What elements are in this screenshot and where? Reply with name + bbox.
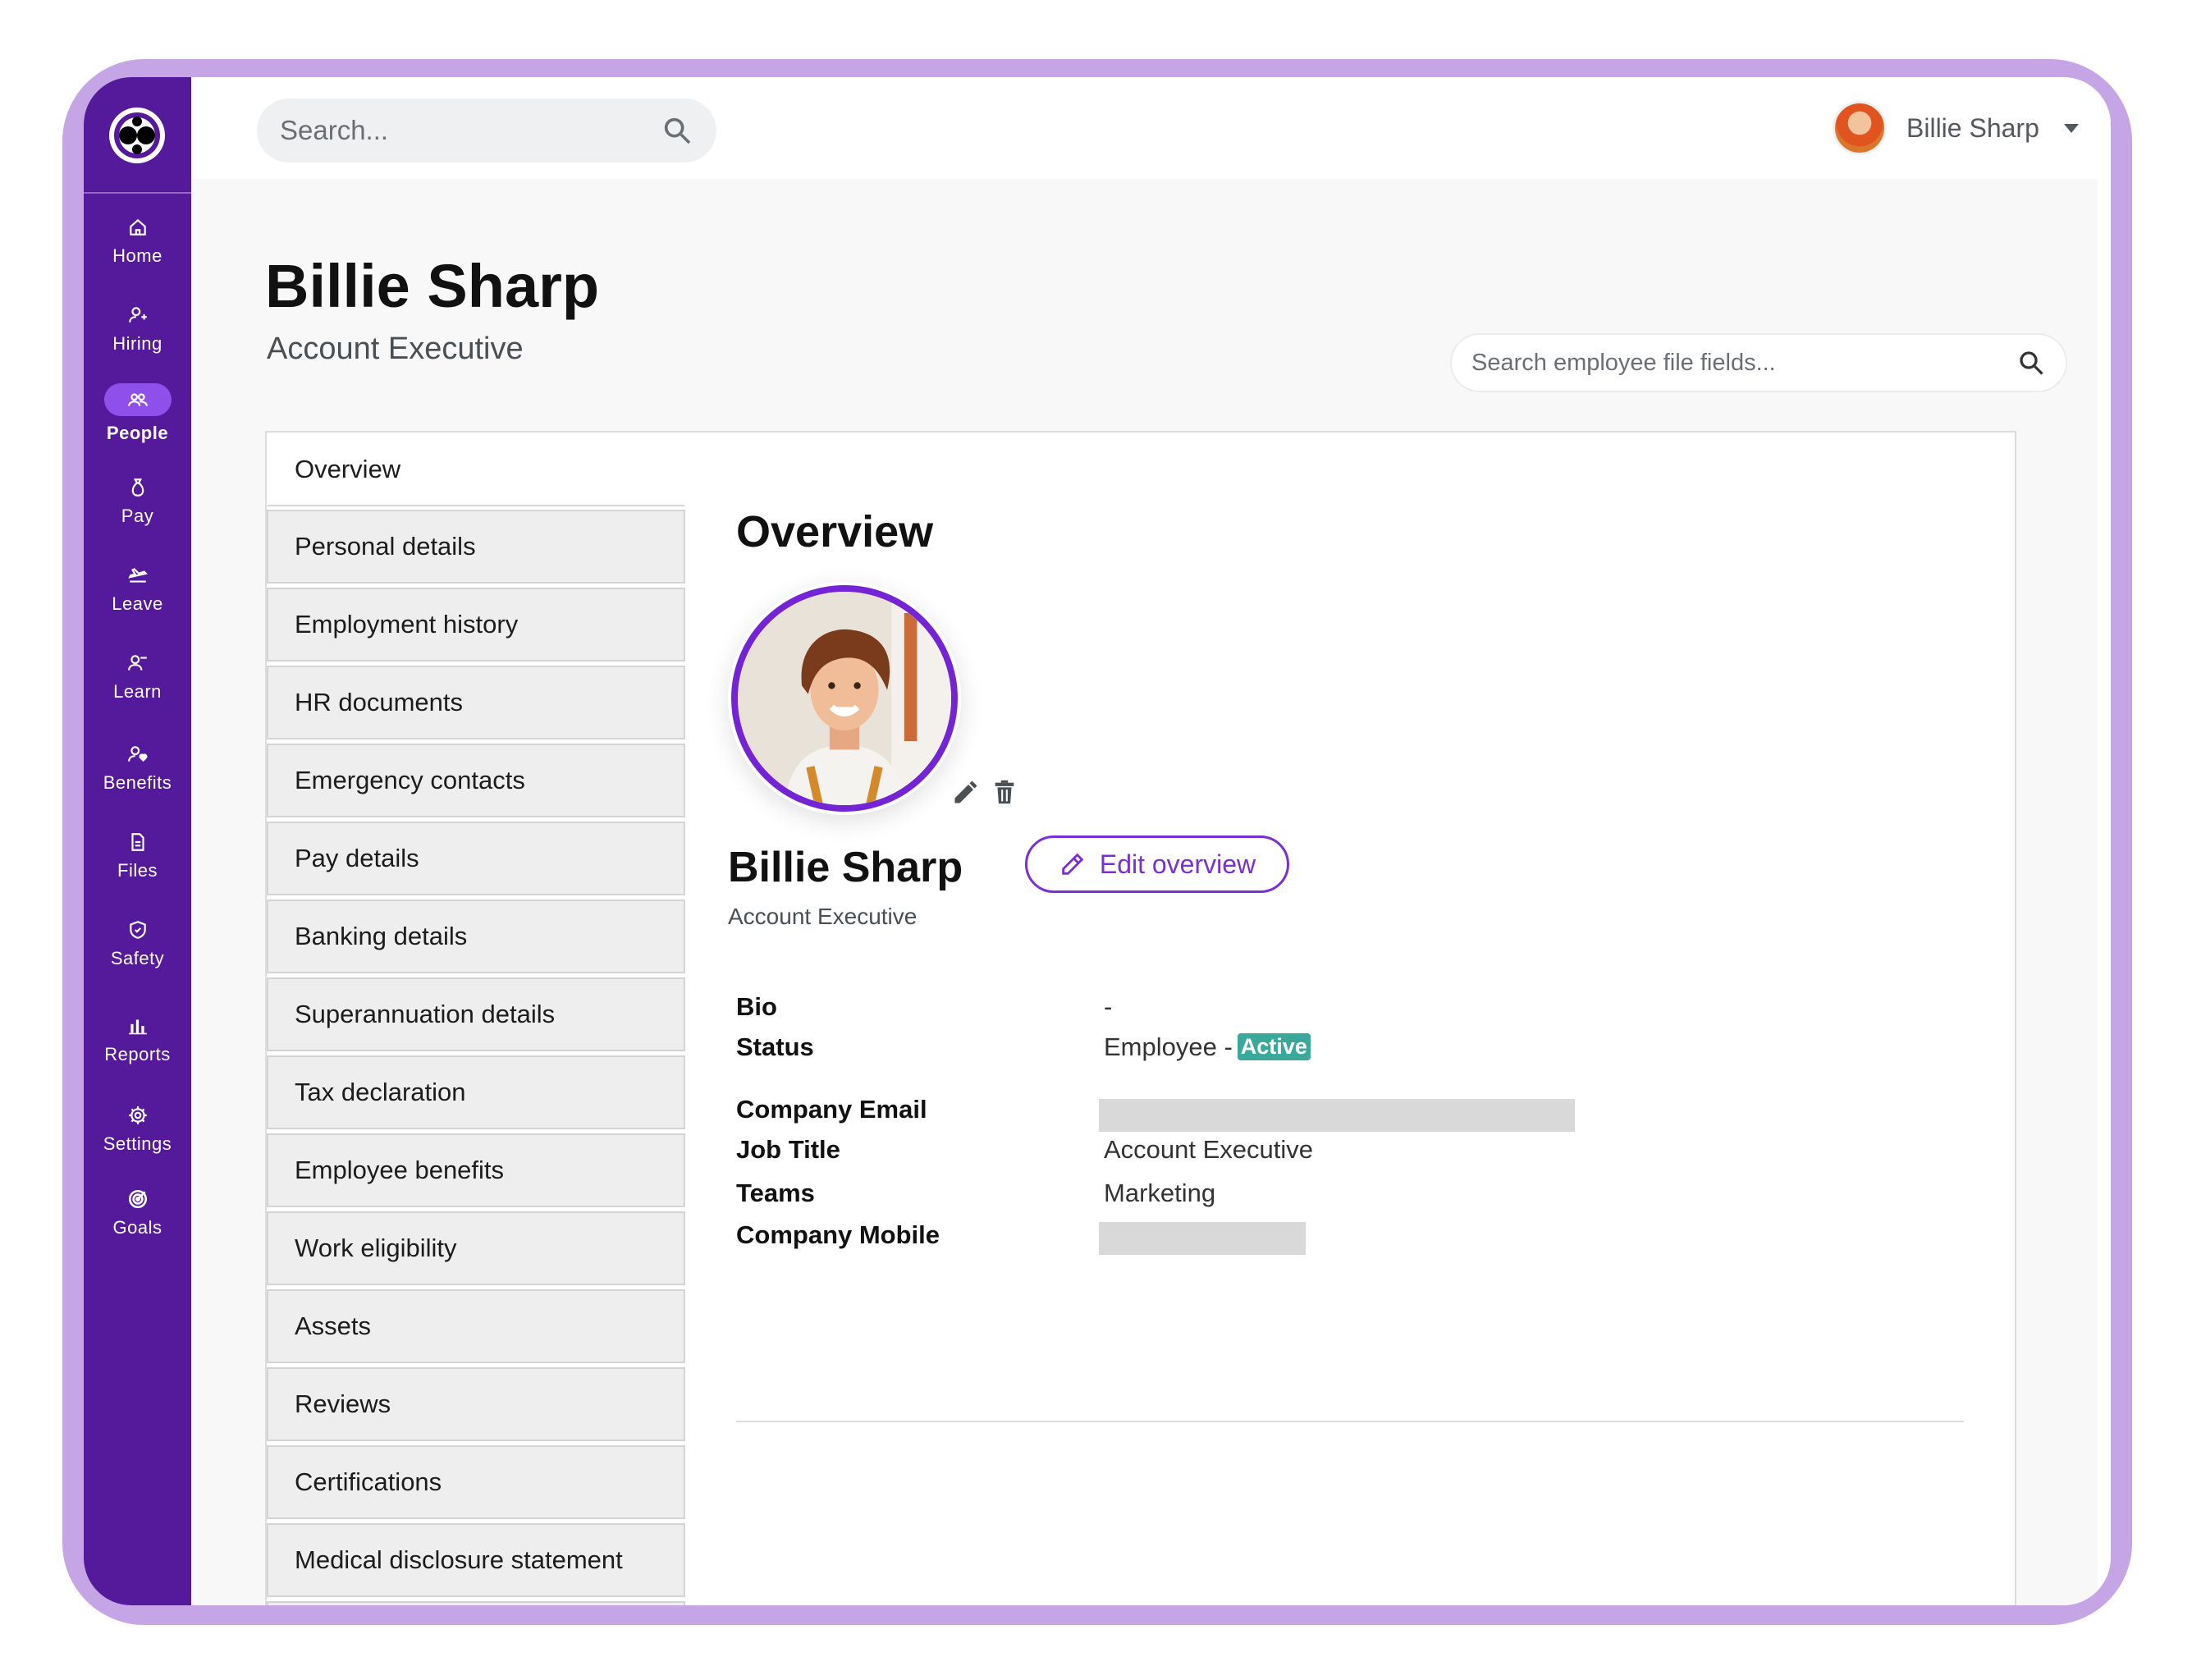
money-bag-icon <box>126 476 149 499</box>
edit-overview-label: Edit overview <box>1099 849 1256 879</box>
nav-label: Learn <box>113 681 162 702</box>
nav-label: Reports <box>104 1044 171 1064</box>
divider <box>736 1421 1964 1422</box>
profile-photo-frame <box>728 582 961 815</box>
logo-area <box>84 77 191 194</box>
company-mobile-redacted <box>1099 1222 1306 1255</box>
bar-chart-icon <box>126 1014 149 1037</box>
status-badge: Active <box>1237 1033 1311 1060</box>
hiring-icon <box>126 304 149 327</box>
tab-medical-disclosure-statement[interactable]: Medical disclosure statement <box>267 1523 685 1597</box>
profile-photo[interactable] <box>731 585 958 812</box>
tab-pay-details[interactable]: Pay details <box>267 822 685 895</box>
app-screen: Home Hiring People Pay Leave Learn Benef… <box>84 77 2111 1605</box>
learn-icon <box>126 652 149 675</box>
app-logo-icon[interactable] <box>107 105 167 166</box>
target-icon <box>126 1188 149 1211</box>
nav-label: Pay <box>121 506 154 526</box>
tab-reviews[interactable]: Reviews <box>267 1367 685 1441</box>
nav-item-hiring[interactable]: Hiring <box>84 292 191 366</box>
user-menu[interactable]: Billie Sharp <box>1833 97 2079 159</box>
teams-value: Marketing <box>1104 1179 1216 1207</box>
tab-assets[interactable]: Assets <box>267 1289 685 1363</box>
nav-item-people[interactable]: People <box>84 377 191 451</box>
nav-label: Benefits <box>103 772 172 793</box>
section-title: Overview <box>736 507 934 556</box>
tab-work-eligibility[interactable]: Work eligibility <box>267 1211 685 1285</box>
employee-field-search-input[interactable]: Search employee file fields... <box>1450 333 2067 392</box>
nav-item-files[interactable]: Files <box>84 819 191 893</box>
tab-personal-details[interactable]: Personal details <box>267 510 685 584</box>
job-title-label: Job Title <box>736 1135 840 1164</box>
tab-banking-details[interactable]: Banking details <box>267 900 685 973</box>
tab-superannuation-details[interactable]: Superannuation details <box>267 977 685 1051</box>
tab-more[interactable] <box>267 1601 685 1605</box>
teams-label: Teams <box>736 1179 815 1207</box>
tab-emergency-contacts[interactable]: Emergency contacts <box>267 744 685 817</box>
tab-employee-benefits[interactable]: Employee benefits <box>267 1133 685 1207</box>
chevron-down-icon[interactable] <box>2063 123 2079 133</box>
nav-label: Settings <box>103 1133 172 1154</box>
search-icon[interactable] <box>661 114 693 147</box>
bio-value: - <box>1104 992 1113 1021</box>
tab-tax-declaration[interactable]: Tax declaration <box>267 1055 685 1129</box>
nav-label: People <box>106 423 169 443</box>
sidebar: Home Hiring People Pay Leave Learn Benef… <box>84 77 191 1605</box>
employee-file-card: Overview Personal details Employment his… <box>265 431 2016 1605</box>
benefits-icon <box>126 743 149 766</box>
employee-role: Account Executive <box>728 904 918 929</box>
plane-icon <box>126 564 149 587</box>
nav-item-safety[interactable]: Safety <box>84 907 191 981</box>
home-icon <box>126 216 149 239</box>
status-label: Status <box>736 1032 814 1061</box>
employee-name: Billie Sharp <box>728 844 963 891</box>
tab-employment-history[interactable]: Employment history <box>267 588 685 661</box>
nav-label: Leave <box>112 593 163 614</box>
nav-label: Safety <box>110 948 165 968</box>
nav-item-learn[interactable]: Learn <box>84 640 191 714</box>
shield-icon <box>126 918 149 941</box>
page-title: Billie Sharp <box>265 252 600 320</box>
page-subtitle: Account Executive <box>267 332 524 366</box>
nav-item-leave[interactable]: Leave <box>84 552 191 626</box>
people-icon <box>103 383 172 416</box>
nav-label: Files <box>117 860 158 881</box>
status-value: Employee - Active <box>1104 1032 1311 1062</box>
field-search-placeholder: Search employee file fields... <box>1471 349 1776 376</box>
job-title-value: Account Executive <box>1104 1135 1314 1164</box>
company-mobile-label: Company Mobile <box>736 1220 940 1249</box>
user-name: Billie Sharp <box>1906 112 2039 143</box>
nav-item-home[interactable]: Home <box>84 204 191 278</box>
nav-item-pay[interactable]: Pay <box>84 465 191 538</box>
nav-label: Hiring <box>112 333 162 354</box>
pencil-icon <box>1062 853 1084 875</box>
avatar <box>1833 101 1887 155</box>
main-content: Billie Sharp Account Executive Search em… <box>191 179 2098 1605</box>
search-icon[interactable] <box>2016 348 2046 378</box>
nav-item-settings[interactable]: Settings <box>84 1092 191 1166</box>
nav-item-goals[interactable]: Goals <box>84 1176 191 1250</box>
gear-icon <box>126 1104 149 1127</box>
bio-label: Bio <box>736 992 777 1021</box>
global-search-input[interactable]: Search... <box>257 98 716 163</box>
nav-item-benefits[interactable]: Benefits <box>84 731 191 805</box>
file-icon <box>126 831 149 854</box>
search-placeholder: Search... <box>280 115 389 145</box>
tab-overview[interactable]: Overview <box>267 433 685 506</box>
edit-overview-button[interactable]: Edit overview <box>1025 835 1289 893</box>
company-email-redacted <box>1099 1099 1575 1132</box>
edit-photo-pencil-icon[interactable] <box>951 777 981 807</box>
top-bar: Search... Billie Sharp <box>191 77 2111 179</box>
status-text: Employee - <box>1104 1032 1233 1061</box>
tab-hr-documents[interactable]: HR documents <box>267 666 685 739</box>
nav-item-reports[interactable]: Reports <box>84 1003 191 1077</box>
tab-certifications[interactable]: Certifications <box>267 1445 685 1519</box>
nav-label: Goals <box>112 1217 162 1238</box>
nav-label: Home <box>112 245 162 266</box>
company-email-label: Company Email <box>736 1095 927 1124</box>
delete-photo-trash-icon[interactable] <box>991 777 1018 807</box>
